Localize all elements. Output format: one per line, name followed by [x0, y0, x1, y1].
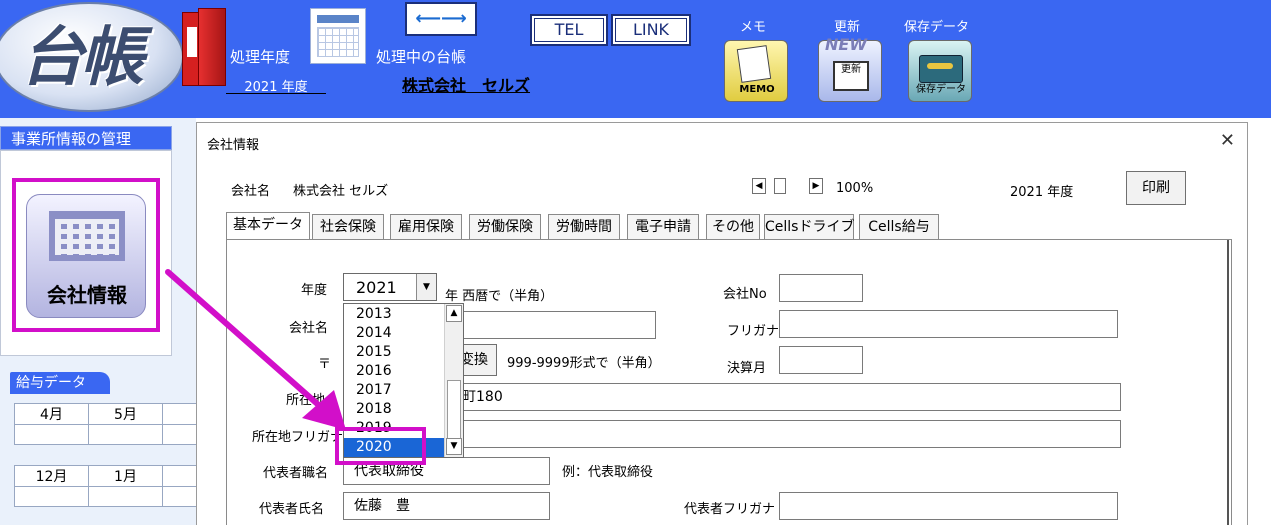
- year-option[interactable]: 2015: [344, 343, 446, 362]
- company-name-value: 株式会社 セルズ: [293, 184, 389, 199]
- scroll-down-icon[interactable]: ▼: [446, 438, 462, 455]
- zip-label: 〒: [318, 357, 332, 372]
- company-name-field-label: 会社名: [289, 321, 329, 336]
- month-cell[interactable]: 5月: [88, 403, 163, 425]
- salary-data-title: 給与データ: [10, 372, 110, 394]
- dialog-title: 会社情報: [207, 138, 260, 153]
- tab-employment-insurance[interactable]: 雇用保険: [390, 214, 462, 240]
- saved-data-icon[interactable]: 保存データ: [908, 40, 972, 102]
- company-name-label: 会社名: [231, 184, 271, 199]
- month-cell[interactable]: 1月: [88, 465, 163, 487]
- company-no-label: 会社No: [723, 287, 767, 302]
- office-management-title: 事業所情報の管理: [0, 126, 172, 150]
- saved-data-caption: 保存データ: [916, 84, 966, 95]
- tab-working-hours[interactable]: 労働時間: [548, 214, 620, 240]
- company-info-button-label: 会社情報: [47, 283, 127, 307]
- company-name-field[interactable]: [456, 311, 656, 339]
- print-button[interactable]: 印刷: [1126, 171, 1186, 205]
- zip-note: 999-9999形式で（半角）: [507, 356, 661, 371]
- dropdown-scrollbar[interactable]: ▲ ▼: [444, 304, 463, 457]
- year-option[interactable]: 2016: [344, 362, 446, 381]
- month-cell[interactable]: 12月: [14, 465, 89, 487]
- closing-month-field[interactable]: [779, 346, 863, 374]
- year-combobox-value: 2021: [356, 278, 397, 297]
- month-cell[interactable]: 4月: [14, 403, 89, 425]
- year-label: 年度: [301, 283, 328, 298]
- highlight-2020-box: [335, 427, 426, 465]
- tab-other[interactable]: その他: [706, 214, 760, 240]
- zoom-increase-icon[interactable]: ▶: [809, 178, 823, 194]
- company-no-field[interactable]: [779, 274, 863, 302]
- tab-labor-insurance[interactable]: 労働保険: [469, 214, 541, 240]
- memo-icon[interactable]: MEMO: [724, 40, 788, 102]
- current-company-name: 株式会社 セルズ: [402, 76, 531, 95]
- furigana-label: フリガナ: [727, 324, 780, 339]
- dialog-fiscal-year: 2021 年度: [1010, 185, 1074, 200]
- month-value[interactable]: [14, 424, 89, 445]
- new-badge: NEW: [825, 35, 867, 54]
- year-note: 年 西暦で（半角）: [445, 289, 554, 304]
- scroll-thumb[interactable]: [447, 380, 461, 440]
- year-option[interactable]: 2013: [344, 305, 446, 324]
- calendar-icon[interactable]: [310, 8, 366, 64]
- switch-ledger-icon[interactable]: ⟵⟶: [405, 2, 477, 36]
- tel-button[interactable]: TEL: [530, 14, 608, 46]
- app-logo-text: 台帳: [20, 20, 144, 95]
- rep-furigana-label: 代表者フリガナ: [684, 502, 776, 517]
- month-value[interactable]: [14, 486, 89, 507]
- fiscal-year-label: 処理年度: [230, 48, 291, 66]
- close-icon[interactable]: ✕: [1220, 130, 1235, 151]
- tab-social-insurance[interactable]: 社会保険: [312, 214, 384, 240]
- year-combobox[interactable]: 2021 ▼: [343, 273, 437, 301]
- zoom-decrease-icon[interactable]: ◀: [752, 178, 766, 194]
- closing-month-label: 決算月: [727, 361, 767, 376]
- year-option[interactable]: 2017: [344, 381, 446, 400]
- tab-e-application[interactable]: 電子申請: [627, 214, 699, 240]
- address-field[interactable]: 町180: [455, 383, 1121, 411]
- chevron-down-icon[interactable]: ▼: [416, 274, 436, 300]
- rep-name-label: 代表者氏名: [259, 502, 325, 517]
- memo-caption: MEMO: [739, 84, 775, 95]
- address-furigana-label: 所在地フリガナ: [252, 430, 344, 445]
- link-button[interactable]: LINK: [611, 14, 691, 46]
- rep-furigana-field[interactable]: [779, 492, 1118, 520]
- memo-label: メモ: [740, 20, 767, 35]
- month-value[interactable]: [88, 486, 163, 507]
- ledger-binder-icon[interactable]: [182, 8, 226, 88]
- address-furigana-field[interactable]: [455, 420, 1121, 448]
- scroll-up-icon[interactable]: ▲: [446, 305, 462, 322]
- update-label: 更新: [834, 20, 861, 35]
- zoom-level: 100%: [836, 181, 874, 196]
- year-option[interactable]: 2014: [344, 324, 446, 343]
- month-value[interactable]: [88, 424, 163, 445]
- update-caption: 更新: [833, 61, 869, 91]
- rep-title-example: 例：代表取締役: [562, 465, 654, 480]
- fiscal-year-value: 2021 年度: [226, 76, 326, 95]
- current-ledger-label: 処理中の台帳: [376, 48, 467, 66]
- company-info-button[interactable]: 会社情報: [12, 178, 160, 332]
- furigana-field[interactable]: [779, 310, 1118, 338]
- tab-cells-drive[interactable]: Cellsドライブ: [764, 214, 854, 240]
- saved-data-label: 保存データ: [904, 20, 970, 35]
- rep-name-field[interactable]: 佐藤 豊: [343, 492, 550, 520]
- tab-basic-data[interactable]: 基本データ: [226, 212, 310, 240]
- address-label: 所在地: [286, 393, 326, 408]
- year-option[interactable]: 2018: [344, 400, 446, 419]
- rep-title-label: 代表者職名: [263, 466, 329, 481]
- update-icon[interactable]: NEW 更新: [818, 35, 882, 102]
- tab-cells-salary[interactable]: Cells給与: [859, 214, 939, 240]
- zoom-slider-thumb[interactable]: [774, 178, 786, 194]
